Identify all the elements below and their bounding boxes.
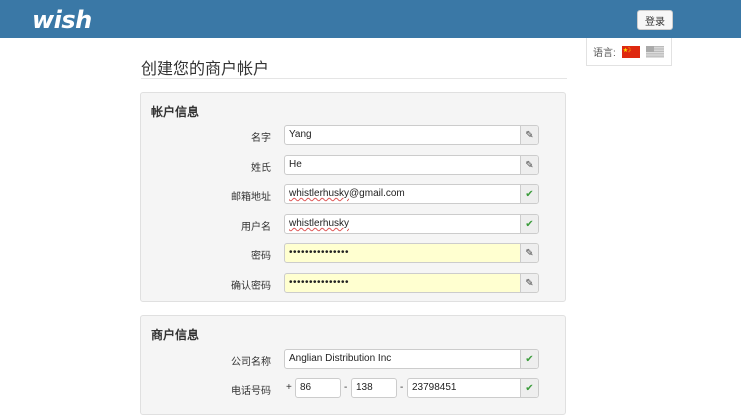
email-domain-part: @gmail.com [349,188,405,199]
confirm-password-label: 确认密码 [231,281,271,292]
merchant-info-panel: 商户信息 公司名称 Anglian Distribution Inc ✔ 电话号… [140,315,566,415]
phone-area-code-input[interactable]: 138 [351,378,397,398]
username-label: 用户名 [241,222,271,233]
phone-number-value[interactable]: 23798451 [408,379,520,397]
language-label: 语言: [593,48,616,59]
first-name-field[interactable]: Yang ✎ [284,125,539,145]
email-username-part: whistlerhusky [289,188,350,199]
company-check-icon: ✔ [520,350,538,368]
title-divider [141,78,567,79]
company-name-field[interactable]: Anglian Distribution Inc ✔ [284,349,539,369]
phone-check-icon: ✔ [520,379,538,397]
phone-dash-2: - [400,382,404,393]
password-label: 密码 [251,251,271,262]
last-name-field[interactable]: He ✎ [284,155,539,175]
last-name-value[interactable]: He [285,156,520,174]
china-flag-icon[interactable] [621,45,640,58]
first-name-label: 名字 [251,133,271,144]
email-field[interactable]: whistlerhusky@gmail.com ✔ [284,184,539,204]
top-navigation-bar: wish 登录 [0,0,741,38]
username-text: whistlerhusky [289,218,350,229]
company-name-value[interactable]: Anglian Distribution Inc [285,350,520,368]
language-selector: 语言: [586,38,672,66]
confirm-password-field[interactable]: ••••••••••••••• ✎ [284,273,539,293]
phone-plus-sign: + [286,382,292,393]
phone-number-field[interactable]: 23798451 ✔ [407,378,539,398]
page-title: 创建您的商户帐户 [141,61,270,78]
confirm-password-edit-icon[interactable]: ✎ [520,274,538,292]
first-name-edit-icon[interactable]: ✎ [520,126,538,144]
email-label: 邮箱地址 [231,192,271,203]
account-info-panel: 帐户信息 名字 Yang ✎ 姓氏 He ✎ 邮箱地址 whistlerhusk… [140,92,566,302]
username-check-icon: ✔ [520,215,538,233]
phone-dash-1: - [344,382,348,393]
password-field[interactable]: ••••••••••••••• ✎ [284,243,539,263]
password-edit-icon[interactable]: ✎ [520,244,538,262]
account-info-title: 帐户信息 [151,105,200,119]
wish-logo[interactable]: wish [32,6,92,34]
email-check-icon: ✔ [520,185,538,203]
us-flag-icon[interactable] [645,45,664,58]
last-name-label: 姓氏 [251,163,271,174]
company-name-label: 公司名称 [231,357,271,368]
phone-label: 电话号码 [231,386,271,397]
phone-country-code-input[interactable]: 86 [295,378,341,398]
password-value[interactable]: ••••••••••••••• [285,244,520,262]
login-button[interactable]: 登录 [637,10,673,30]
confirm-password-value[interactable]: ••••••••••••••• [285,274,520,292]
merchant-info-title: 商户信息 [151,328,200,342]
last-name-edit-icon[interactable]: ✎ [520,156,538,174]
email-value[interactable]: whistlerhusky@gmail.com [285,185,520,203]
username-value[interactable]: whistlerhusky [285,215,520,233]
first-name-value[interactable]: Yang [285,126,520,144]
username-field[interactable]: whistlerhusky ✔ [284,214,539,234]
